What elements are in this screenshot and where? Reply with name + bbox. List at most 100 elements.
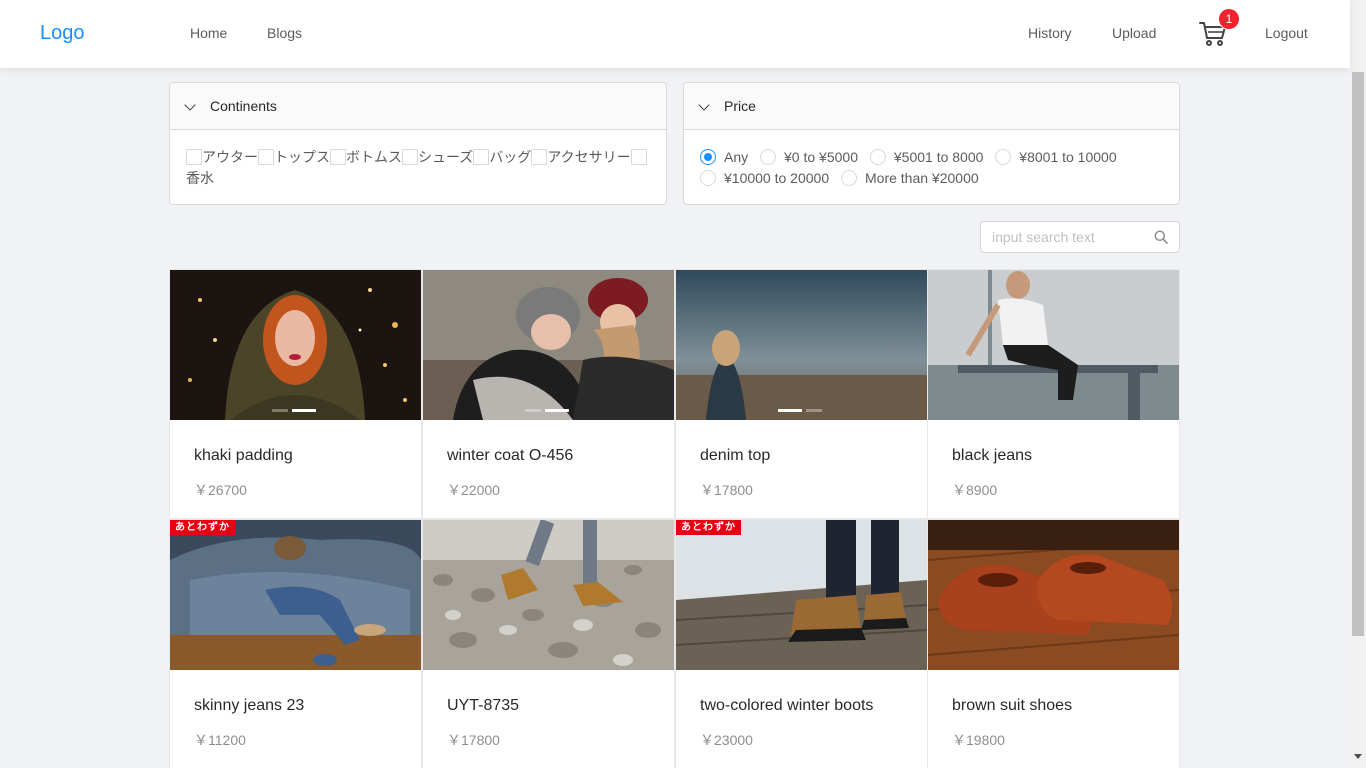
radio-label: Any xyxy=(724,149,749,165)
nav-upload[interactable]: Upload xyxy=(1112,25,1156,41)
product-card[interactable]: winter coat O-456 ￥22000 xyxy=(422,269,675,519)
product-price: ￥17800 xyxy=(447,732,500,748)
radio-more-than-20000[interactable]: More than ¥20000 xyxy=(841,168,979,189)
product-image[interactable] xyxy=(928,520,1179,670)
radio-10000-20000[interactable]: ¥10000 to 20000 xyxy=(700,168,829,189)
checkbox-box[interactable] xyxy=(186,149,202,165)
checkbox-box[interactable] xyxy=(258,149,274,165)
page-scrollbar[interactable] xyxy=(1350,0,1366,768)
nav-history[interactable]: History xyxy=(1028,25,1072,41)
top-navbar: Logo Home Blogs History Upload 1 Logout xyxy=(0,0,1350,68)
product-title: brown suit shoes xyxy=(952,697,1073,714)
nav-home[interactable]: Home xyxy=(190,25,227,41)
radio-button[interactable] xyxy=(760,149,777,165)
radio-button[interactable] xyxy=(700,149,716,165)
product-price: ￥26700 xyxy=(194,482,247,498)
search-input[interactable] xyxy=(992,229,1142,245)
radio-button[interactable] xyxy=(995,149,1012,165)
checkbox-label: アウター xyxy=(202,149,258,165)
checkbox-box[interactable] xyxy=(330,149,346,165)
checkbox-bottoms[interactable]: ボトムス xyxy=(330,149,402,165)
product-image[interactable] xyxy=(423,270,674,420)
checkbox-outer[interactable]: アウター xyxy=(186,149,258,165)
product-title: UYT-8735 xyxy=(447,697,520,714)
checkbox-shoes[interactable]: シューズ xyxy=(402,149,473,165)
radio-any[interactable]: Any xyxy=(700,147,748,168)
low-stock-tag: あとわずか xyxy=(676,520,741,535)
radio-5001-8000[interactable]: ¥5001 to 8000 xyxy=(869,147,984,168)
scroll-down-arrow-icon[interactable] xyxy=(1354,754,1362,759)
radio-button[interactable] xyxy=(700,170,716,186)
logo-link[interactable]: Logo xyxy=(40,22,85,45)
product-card[interactable]: black jeans ￥8900 xyxy=(927,269,1180,519)
product-price: ￥19800 xyxy=(952,732,1005,748)
product-image[interactable] xyxy=(170,270,421,420)
product-card[interactable]: khaki padding ￥26700 xyxy=(169,269,422,519)
search-box xyxy=(980,221,1180,253)
price-filter-panel: Price Any ¥0 to ¥5000 ¥5001 to 8000 ¥800… xyxy=(683,82,1180,205)
product-image[interactable]: あとわずか xyxy=(676,520,927,670)
low-stock-tag: あとわずか xyxy=(170,520,235,535)
product-image[interactable] xyxy=(676,270,927,420)
radio-0-5000[interactable]: ¥0 to ¥5000 xyxy=(760,147,858,168)
carousel-dot[interactable] xyxy=(292,409,316,412)
carousel-dot[interactable] xyxy=(778,409,802,412)
radio-button[interactable] xyxy=(841,170,857,186)
checkbox-tops[interactable]: トップス xyxy=(258,149,330,165)
chevron-down-icon xyxy=(698,99,710,111)
product-image[interactable]: あとわずか xyxy=(170,520,421,670)
carousel-dot[interactable] xyxy=(525,409,541,412)
radio-label: ¥8001 to 10000 xyxy=(1019,149,1117,165)
radio-label: More than ¥20000 xyxy=(865,170,979,186)
price-panel-header[interactable]: Price xyxy=(684,83,1179,130)
price-options: Any ¥0 to ¥5000 ¥5001 to 8000 ¥8001 to 1… xyxy=(684,130,1179,189)
radio-label: ¥5001 to 8000 xyxy=(893,149,984,165)
carousel-dot[interactable] xyxy=(272,409,288,412)
checkbox-label: シューズ xyxy=(418,149,474,165)
checkbox-box[interactable] xyxy=(402,149,418,165)
radio-label: ¥0 to ¥5000 xyxy=(784,149,858,165)
carousel-dot[interactable] xyxy=(545,409,569,412)
product-title: two-colored winter boots xyxy=(700,697,874,714)
checkbox-bags[interactable]: バッグ xyxy=(473,149,531,165)
product-title: winter coat O-456 xyxy=(447,447,574,464)
product-card[interactable]: UYT-8735 ￥17800 xyxy=(422,519,675,768)
radio-button[interactable] xyxy=(869,149,886,165)
checkbox-label: トップス xyxy=(274,149,330,165)
checkbox-label: アクセサリー xyxy=(547,149,631,165)
product-card[interactable]: brown suit shoes ￥19800 xyxy=(927,519,1180,768)
nav-blogs[interactable]: Blogs xyxy=(267,25,302,41)
product-image[interactable] xyxy=(423,520,674,670)
product-price: ￥23000 xyxy=(700,732,753,748)
checkbox-accessories[interactable]: アクセサリー xyxy=(531,149,631,165)
checkbox-box[interactable] xyxy=(630,149,647,165)
cart-count-badge: 1 xyxy=(1219,9,1239,29)
product-price: ￥11200 xyxy=(194,732,246,748)
checkbox-label: バッグ xyxy=(489,149,532,165)
product-image[interactable] xyxy=(928,270,1179,420)
product-card[interactable]: あとわずか skinny jeans 23 ￥11200 xyxy=(169,519,422,768)
product-price: ￥8900 xyxy=(952,482,998,498)
price-title: Price xyxy=(724,98,756,114)
product-price: ￥22000 xyxy=(447,482,500,498)
carousel-dot[interactable] xyxy=(806,409,822,412)
product-title: khaki padding xyxy=(194,447,293,464)
checkbox-label: 香水 xyxy=(186,170,214,186)
continents-options: アウター トップス ボトムス シューズ バッグ アクセサリー香水 xyxy=(170,130,666,189)
continents-title: Continents xyxy=(210,98,277,114)
checkbox-box[interactable] xyxy=(473,149,490,165)
scrollbar-thumb[interactable] xyxy=(1352,72,1364,636)
checkbox-box[interactable] xyxy=(531,149,548,165)
product-card[interactable]: あとわずか two-colored winter boots ￥23000 xyxy=(675,519,928,768)
search-icon[interactable] xyxy=(1154,230,1168,244)
chevron-down-icon xyxy=(184,99,196,111)
nav-logout[interactable]: Logout xyxy=(1265,25,1308,41)
product-card[interactable]: denim top ￥17800 xyxy=(675,269,928,519)
radio-label: ¥10000 to 20000 xyxy=(724,170,830,186)
radio-8001-10000[interactable]: ¥8001 to 10000 xyxy=(995,147,1117,168)
continents-filter-panel: Continents アウター トップス ボトムス シューズ バッグ アクセサリー香水 xyxy=(169,82,667,205)
product-title: black jeans xyxy=(952,447,1033,464)
product-title: skinny jeans 23 xyxy=(194,697,305,714)
product-title: denim top xyxy=(700,447,771,464)
continents-panel-header[interactable]: Continents xyxy=(170,83,666,130)
